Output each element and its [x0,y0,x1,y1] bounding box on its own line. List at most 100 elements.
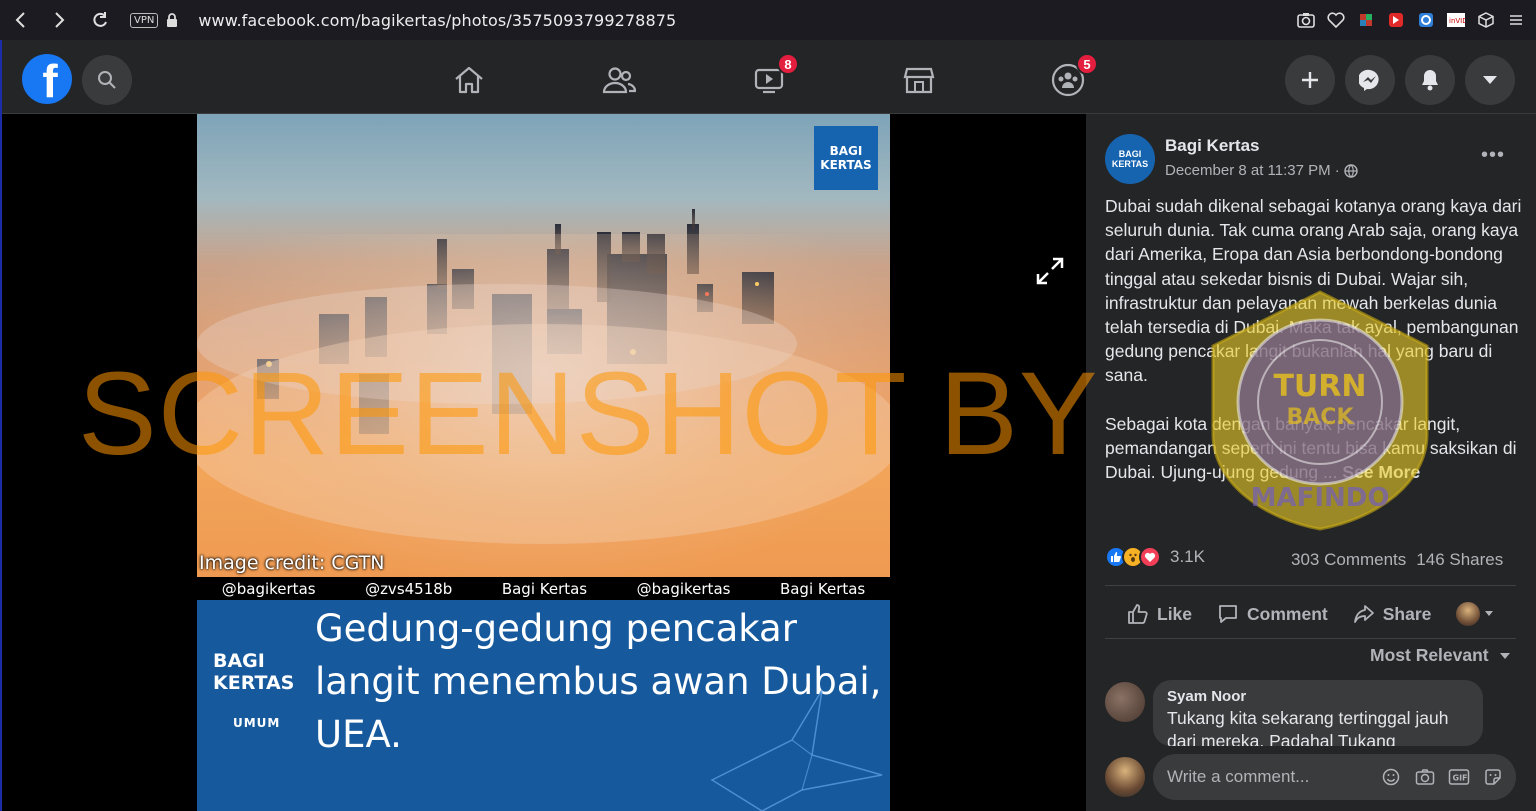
watch-badge: 8 [777,53,799,75]
cube-extension-icon[interactable] [1356,10,1376,30]
box-icon[interactable] [1476,10,1496,30]
facebook-logo[interactable]: f [22,54,72,104]
photo-viewer: BAGI KERTAS Image credit: CGTN @bagikert… [0,114,1086,811]
comment-bubble: Syam Noor Tukang kita sekarang tertingga… [1153,680,1483,746]
browser-extensions: inVID [1296,0,1536,40]
forward-button[interactable] [40,0,80,40]
post-details-panel: BAGI KERTAS Bagi Kertas December 8 at 11… [1086,114,1536,811]
post-timestamp: December 8 at 11:37 PM · [1165,162,1358,179]
blue-extension-icon[interactable] [1416,10,1436,30]
see-more-link[interactable]: See More [1342,462,1420,482]
red-extension-icon[interactable] [1386,10,1406,30]
divider [1105,585,1516,586]
search-icon [98,71,116,89]
invid-extension-icon[interactable]: inVID [1446,10,1466,30]
heart-icon[interactable] [1326,10,1346,30]
brand-line1: BAGI [829,144,863,158]
post-photo[interactable]: BAGI KERTAS Image credit: CGTN @bagikert… [197,114,890,811]
post-date[interactable]: December 8 at 11:37 PM · [1165,162,1340,179]
globe-icon [1344,163,1358,178]
shares-count[interactable]: 146 Shares [1416,550,1503,570]
post-actions: Like Comment Share [1105,594,1525,634]
facebook-logo-letter: f [42,55,58,104]
handle-item: @zvs4518b [365,579,453,598]
back-button[interactable] [0,0,40,40]
post-paragraph-1: Dubai sudah dikenal sebagai kotanya oran… [1105,196,1522,386]
post-options-button[interactable]: ••• [1481,144,1505,167]
caption-logo-line2: KERTAS [213,672,295,694]
handle-item: @bagikertas [221,579,316,598]
commenter-avatar[interactable] [1105,682,1145,722]
account-menu-button[interactable] [1465,55,1515,105]
bell-icon [1422,70,1438,91]
comment-input[interactable]: Write a comment... GIF [1153,754,1516,800]
forward-icon [55,12,65,28]
facebook-header: f 8 5 [0,40,1536,114]
groups-badge: 5 [1076,53,1098,75]
comments-count[interactable]: 303 Comments [1291,550,1406,570]
handles-bar: @bagikertas @zvs4518b Bagi Kertas @bagik… [197,577,890,600]
emoji-icon[interactable] [1380,766,1402,788]
comment-sort-dropdown[interactable]: Most Relevant [1370,645,1511,666]
page-name-link[interactable]: Bagi Kertas [1165,136,1259,156]
post-text: Dubai sudah dikenal sebagai kotanya oran… [1105,194,1525,508]
camera-icon[interactable] [1414,766,1436,788]
thumbs-up-icon [1128,604,1148,624]
fullscreen-button[interactable] [1033,254,1067,288]
nav-watch[interactable]: 8 [749,53,799,100]
comment-text: Tukang kita sekarang tertinggal jauh dar… [1167,708,1449,746]
vpn-badge[interactable]: VPN [130,12,159,28]
create-button[interactable] [1285,55,1335,105]
reaction-profile-selector[interactable] [1456,602,1494,626]
notifications-button[interactable] [1405,55,1455,105]
svg-text:inVID: inVID [1449,17,1465,25]
handle-item: Bagi Kertas [779,579,866,598]
messenger-button[interactable] [1345,55,1395,105]
window-edge [0,40,2,811]
gif-icon[interactable]: GIF [1448,766,1470,788]
caption-banner: BAGI KERTAS UMUM Gedung-gedung pencakar … [197,600,890,811]
messenger-icon [1359,69,1379,91]
my-avatar[interactable] [1105,757,1145,797]
sticker-icon[interactable] [1482,766,1504,788]
handle-item: @bagikertas [636,579,731,598]
reaction-summary[interactable]: 3.1K [1105,546,1205,568]
nav-friends[interactable] [599,60,639,100]
reload-icon [93,12,107,27]
search-button[interactable] [82,55,132,105]
browser-toolbar: VPN www.facebook.com/bagikertas/photos/3… [0,0,1536,40]
share-button[interactable]: Share [1353,603,1432,625]
like-label: Like [1157,603,1193,624]
avatar-line2: KERTAS [1111,159,1149,169]
friends-icon [602,67,636,94]
share-icon [1353,605,1374,623]
page-avatar[interactable]: BAGI KERTAS [1105,134,1155,184]
address-bar[interactable]: www.facebook.com/bagikertas/photos/35750… [198,11,676,30]
caption-logo-line1: BAGI [213,650,265,672]
comment-author[interactable]: Syam Noor [1167,688,1469,705]
camera-icon[interactable] [1296,10,1316,30]
nav-groups[interactable]: 5 [1048,53,1098,100]
lock-icon[interactable] [166,12,178,28]
caret-down-icon [1499,652,1510,659]
brand-line2: KERTAS [820,158,872,172]
svg-text:GIF: GIF [1453,774,1468,783]
caption-logo: BAGI KERTAS [213,650,294,694]
paper-crane-icon [710,689,883,811]
share-label: Share [1382,603,1432,624]
fog-overlay [197,234,890,579]
menu-icon[interactable] [1506,10,1526,30]
marketplace-icon [903,67,935,94]
like-button[interactable]: Like [1127,603,1192,625]
handle-item: Bagi Kertas [501,579,588,598]
expand-icon [1036,257,1064,285]
love-reaction-icon [1139,546,1161,568]
divider [1105,638,1516,639]
comment-button[interactable]: Comment [1217,603,1328,625]
post-paragraph-2: Sebagai kota dengan banyak pencakar lang… [1105,412,1525,485]
reload-button[interactable] [80,0,120,40]
nav-home[interactable] [449,60,489,100]
profile-avatar-small [1456,602,1481,626]
avatar-line1: BAGI [1118,149,1142,159]
nav-marketplace[interactable] [899,60,939,100]
